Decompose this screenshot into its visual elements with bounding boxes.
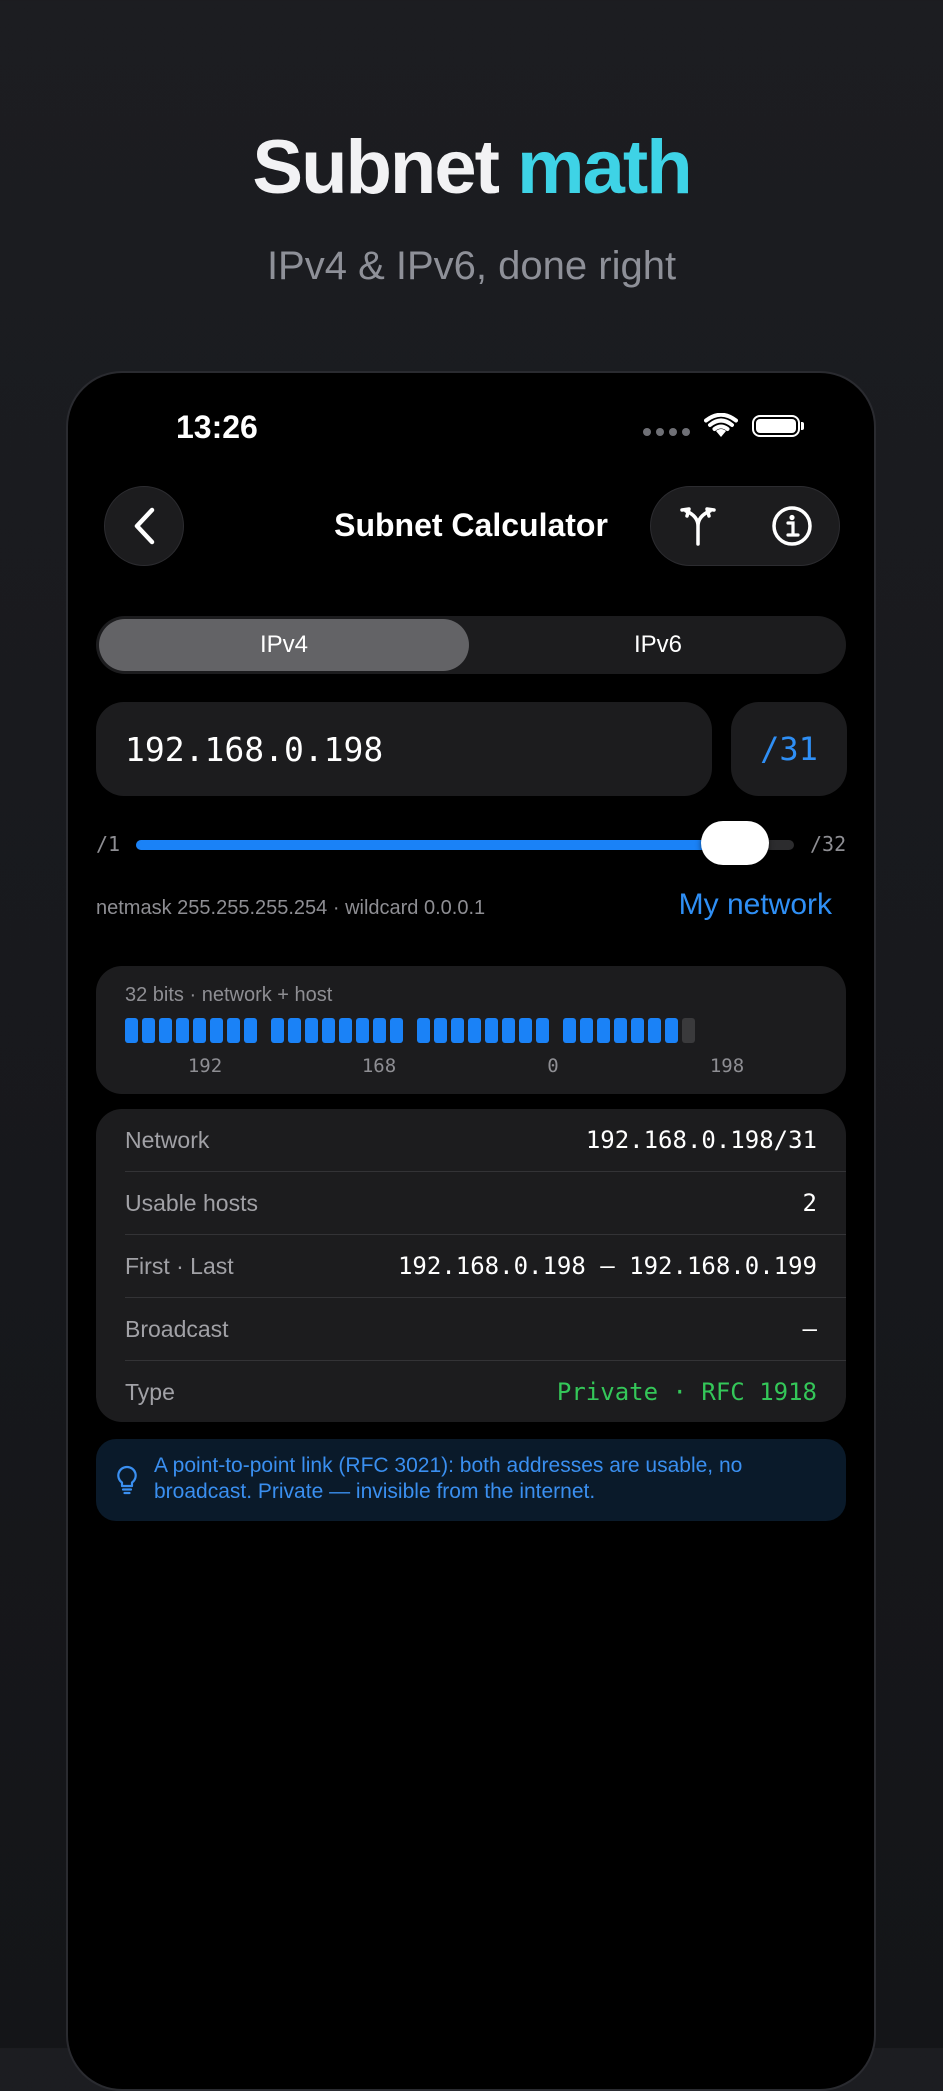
network-bit <box>322 1018 335 1043</box>
phone-screen: 13:26 Subnet Calculator IPv4 IPv6 192.16… <box>66 371 876 2091</box>
network-bit <box>519 1018 532 1043</box>
network-bit <box>468 1018 481 1043</box>
info-row-broadcast: Broadcast — <box>96 1298 846 1360</box>
info-value: 192.168.0.198/31 <box>585 1126 817 1154</box>
network-bit <box>597 1018 610 1043</box>
octet-label: 168 <box>361 1055 397 1077</box>
network-bit <box>580 1018 593 1043</box>
promo-headline: Subnet math <box>0 118 943 218</box>
info-label: First · Last <box>125 1252 234 1279</box>
info-button[interactable] <box>762 496 822 556</box>
network-bit <box>536 1018 549 1043</box>
slider-fill <box>136 840 736 850</box>
octet-bits <box>271 1018 403 1043</box>
ip-version-segment: IPv4 IPv6 <box>96 616 846 674</box>
ip-address-input[interactable]: 192.168.0.198 <box>96 702 712 796</box>
network-bit <box>390 1018 403 1043</box>
info-label: Type <box>125 1378 175 1405</box>
network-bit <box>142 1018 155 1043</box>
network-bit <box>271 1018 284 1043</box>
segment-ipv4[interactable]: IPv4 <box>99 619 469 671</box>
tip-card: A point-to-point link (RFC 3021): both a… <box>96 1439 846 1521</box>
bits-visualization <box>125 1018 695 1043</box>
promo-title-part1: Subnet <box>252 125 500 210</box>
prefix-slider[interactable] <box>136 821 794 865</box>
network-bit <box>176 1018 189 1043</box>
octet-bits <box>417 1018 549 1043</box>
network-bit <box>373 1018 386 1043</box>
info-value: 2 <box>802 1189 817 1217</box>
status-time: 13:26 <box>176 409 258 445</box>
info-row-usable-hosts: Usable hosts 2 <box>96 1172 846 1234</box>
tip-text: A point-to-point link (RFC 3021): both a… <box>154 1454 743 1503</box>
my-network-link[interactable]: My network <box>679 888 832 922</box>
info-icon <box>772 506 812 546</box>
network-bit <box>648 1018 661 1043</box>
info-label: Broadcast <box>125 1315 229 1342</box>
info-row-type: Type Private · RFC 1918 <box>96 1361 846 1422</box>
netmask-wildcard-text: netmask 255.255.255.254 · wildcard 0.0.0… <box>96 897 486 919</box>
status-icons <box>643 413 804 439</box>
info-label: Usable hosts <box>125 1189 258 1216</box>
octet-label: 198 <box>709 1055 745 1077</box>
network-bit <box>614 1018 627 1043</box>
promo-subtitle: IPv4 & IPv6, done right <box>266 244 677 288</box>
info-row-first-last: First · Last 192.168.0.198 – 192.168.0.1… <box>96 1235 846 1297</box>
network-bit <box>417 1018 430 1043</box>
network-bit <box>305 1018 318 1043</box>
network-bit <box>125 1018 138 1043</box>
lightbulb-icon <box>117 1465 137 1495</box>
network-bit <box>227 1018 240 1043</box>
network-bit <box>563 1018 576 1043</box>
subnet-info-card: Network 192.168.0.198/31 Usable hosts 2 … <box>96 1109 846 1422</box>
slider-min-label: /1 <box>96 832 121 856</box>
segment-ipv6[interactable]: IPv6 <box>473 619 843 671</box>
network-bit <box>356 1018 369 1043</box>
info-value-type: Private · RFC 1918 <box>556 1378 817 1406</box>
network-bit <box>288 1018 301 1043</box>
bits-card: 32 bits · network + host 192 168 0 198 <box>96 966 846 1094</box>
octet-bits <box>563 1018 695 1043</box>
network-bit <box>434 1018 447 1043</box>
octet-bits <box>125 1018 257 1043</box>
network-bit <box>339 1018 352 1043</box>
octet-label: 192 <box>187 1055 223 1077</box>
octet-label: 0 <box>547 1055 559 1077</box>
wifi-icon <box>704 413 738 437</box>
promo-title-part2: math <box>517 125 693 210</box>
network-bit <box>193 1018 206 1043</box>
network-bit <box>244 1018 257 1043</box>
octet-labels: 192 168 0 198 <box>125 1055 807 1077</box>
network-bit <box>485 1018 498 1043</box>
network-bit <box>502 1018 515 1043</box>
battery-icon <box>752 415 804 437</box>
bits-label: 32 bits · network + host <box>125 984 333 1006</box>
host-bit <box>682 1018 695 1043</box>
network-bit <box>631 1018 644 1043</box>
cellular-dots-icon <box>643 428 690 436</box>
info-label: Network <box>125 1126 210 1153</box>
info-value: — <box>802 1315 817 1343</box>
fork-icon <box>680 507 716 546</box>
network-bit <box>159 1018 172 1043</box>
info-value: 192.168.0.198 – 192.168.0.199 <box>397 1252 817 1280</box>
info-row-network: Network 192.168.0.198/31 <box>96 1109 846 1171</box>
split-subnet-button[interactable] <box>668 496 728 556</box>
slider-thumb[interactable] <box>701 821 770 865</box>
network-bit <box>451 1018 464 1043</box>
prefix-field[interactable]: /31 <box>731 702 847 796</box>
network-bit <box>665 1018 678 1043</box>
slider-max-label: /32 <box>810 832 847 856</box>
network-bit <box>210 1018 223 1043</box>
nav-actions-group <box>650 486 840 566</box>
